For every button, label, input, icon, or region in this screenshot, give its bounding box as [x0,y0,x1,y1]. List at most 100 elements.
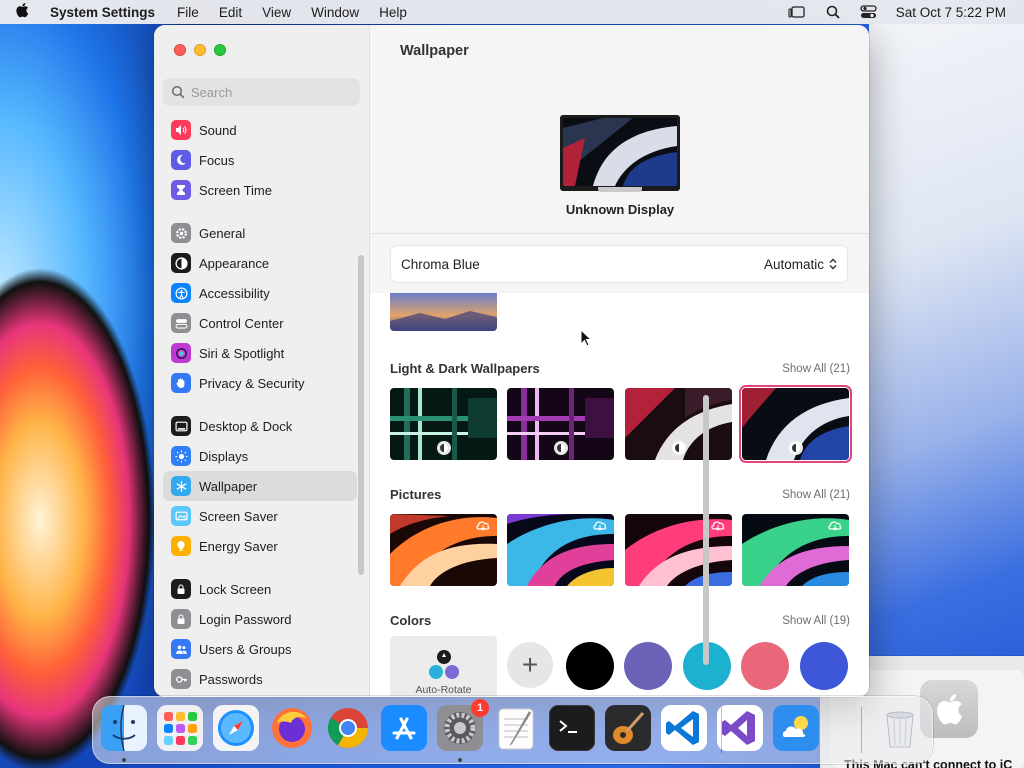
menu-view[interactable]: View [262,5,291,20]
menu-window[interactable]: Window [311,5,359,20]
wallpaper-thumb-green-lines[interactable] [390,388,497,460]
sidebar-item-label: Screen Time [199,182,272,198]
terminal-icon[interactable] [549,705,595,751]
control-center-icon[interactable] [860,5,878,19]
visual-studio-icon[interactable] [717,705,763,751]
color-swatch-purple[interactable] [624,642,672,690]
gallery-scrollbar[interactable] [703,395,709,665]
color-swatch-blue[interactable] [800,642,848,690]
trash-icon[interactable] [877,705,923,751]
finder-icon[interactable] [101,705,147,751]
wallpaper-thumb-purple-lines[interactable] [507,388,614,460]
weather-icon[interactable] [773,705,819,751]
colors-show-all-button[interactable]: Show All (19) [782,615,850,627]
menu-file[interactable]: File [177,5,199,20]
sidebar-item-screen-saver[interactable]: Screen Saver [163,501,357,531]
guitar-icon[interactable] [605,705,651,751]
sidebar-item-sound[interactable]: Sound [163,115,357,145]
sidebar-item-lock-screen[interactable]: Lock Screen [163,574,357,604]
sidebar-item-appearance[interactable]: Appearance [163,248,357,278]
add-color-button[interactable]: + [507,642,553,688]
gear-icon [171,223,191,243]
color-swatch-pink[interactable] [741,642,789,690]
sidebar-item-label: Passwords [199,671,263,687]
display-stand [598,187,642,192]
moon-icon [171,150,191,170]
download-cloud-icon [828,521,842,531]
sidebar-item-screen-time[interactable]: Screen Time [163,175,357,205]
sidebar-item-label: Login Password [199,611,292,627]
sidebar-item-accessibility[interactable]: Accessibility [163,278,357,308]
menu-edit[interactable]: Edit [219,5,242,20]
textedit-icon[interactable] [493,705,539,751]
sidebar-item-users-and-groups[interactable]: Users & Groups [163,634,357,664]
sidebar-item-label: Privacy & Security [199,375,305,391]
pictures-section-title: Pictures [390,487,442,502]
sidebar-item-label: Appearance [199,255,270,271]
sidebar-search[interactable] [163,78,360,106]
sidebar-item-siri-and-spotlight[interactable]: Siri & Spotlight [163,338,357,368]
sidebar-item-wallpaper[interactable]: Wallpaper [163,471,357,501]
wallpaper-thumb-chroma-red[interactable] [625,388,732,460]
app-store-icon[interactable] [381,705,427,751]
vscode-icon[interactable] [661,705,707,751]
auto-rotate-label: Auto-Rotate [415,684,472,696]
menu-bar-clock[interactable]: Sat Oct 7 5:22 PM [896,5,1006,20]
launchpad-icon[interactable] [157,705,203,751]
minimize-window-button[interactable] [194,44,206,56]
wallpaper-thumb-chroma-blue-selected[interactable] [739,385,852,463]
sidebar-item-login-password[interactable]: Login Password [163,604,357,634]
bulb-icon [171,536,191,556]
menu-bar: System Settings File Edit View Window He… [0,0,1024,24]
appearance-mode-value: Automatic [763,256,824,272]
picture-thumb-green-wave[interactable] [742,514,849,586]
firefox-icon[interactable] [269,705,315,751]
sidebar-list: Sound Focus Screen Time General Appearance Ac… [163,115,357,694]
colors-section-header: Colors Show All (19) [390,613,850,628]
light-dark-show-all-button[interactable]: Show All (21) [782,363,850,375]
sidebar-item-label: Control Center [199,315,284,331]
sidebar-item-passwords[interactable]: Passwords [163,664,357,694]
download-cloud-icon [593,521,607,531]
sidebar-item-displays[interactable]: Displays [163,441,357,471]
hourglass-icon [171,180,191,200]
app-name-menu[interactable]: System Settings [50,5,155,20]
search-icon [171,85,185,99]
sidebar-item-control-center[interactable]: Control Center [163,308,357,338]
pictures-show-all-button[interactable]: Show All (21) [782,489,850,501]
search-input[interactable] [191,84,351,100]
zoom-window-button[interactable] [214,44,226,56]
safari-icon[interactable] [213,705,259,751]
stage-manager-icon[interactable] [788,5,806,19]
picture-thumb-pink-wave[interactable] [625,514,732,586]
close-window-button[interactable] [174,44,186,56]
divider [370,233,869,234]
apple-menu-icon[interactable] [14,2,30,22]
wallpaper-thumb-sunset[interactable] [390,293,497,331]
sidebar-item-label: Lock Screen [199,581,272,597]
wallpaper-gallery: Light & Dark Wallpapers Show All (21) Pi… [370,293,869,697]
sidebar-item-general[interactable]: General [163,218,357,248]
display-preview [560,115,680,191]
running-indicator [122,758,126,762]
dock-icon [171,416,191,436]
appearance-mode-popup[interactable]: Automatic [764,257,837,272]
sidebar-item-desktop-and-dock[interactable]: Desktop & Dock [163,411,357,441]
spotlight-search-icon[interactable] [824,5,842,19]
menu-help[interactable]: Help [379,5,407,20]
auto-rotate-color-tile[interactable]: Auto-Rotate [390,636,497,697]
auto-rotate-icon [428,650,459,679]
picture-thumb-orange-wave[interactable] [390,514,497,586]
color-swatch-black[interactable] [566,642,614,690]
sidebar-item-focus[interactable]: Focus [163,145,357,175]
light-dark-section-header: Light & Dark Wallpapers Show All (21) [390,361,850,376]
settings-icon[interactable]: 1 [437,699,489,751]
sidebar-item-energy-saver[interactable]: Energy Saver [163,531,357,561]
dock-separator [721,707,722,753]
chrome-icon[interactable] [325,705,371,751]
sidebar-item-privacy-and-security[interactable]: Privacy & Security [163,368,357,398]
sidebar-scrollbar[interactable] [358,255,364,575]
picture-thumb-rainbow-wave[interactable] [507,514,614,586]
snowflake-icon [171,476,191,496]
